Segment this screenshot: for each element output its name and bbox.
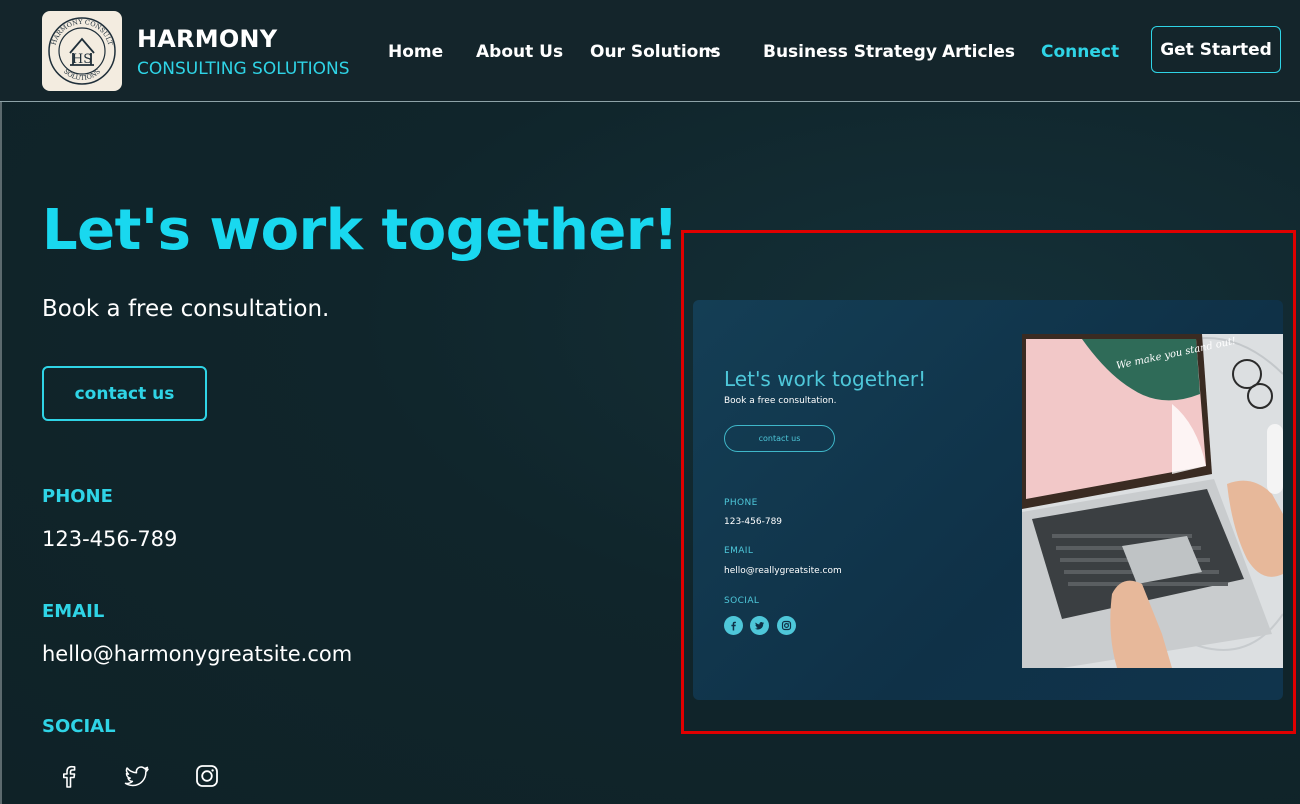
nav-business-strategy[interactable]: Business Strategy — [763, 42, 937, 62]
chevron-down-icon[interactable] — [706, 46, 719, 55]
svg-text:HARMONY CONSULT: HARMONY CONSULT — [50, 18, 115, 47]
selection-highlight — [681, 230, 1296, 734]
nav-connect[interactable]: Connect — [1041, 42, 1119, 62]
instagram-icon[interactable] — [193, 762, 221, 790]
site-header: HS HARMONY CONSULT SOLUTIONS HARMONY CON… — [0, 0, 1300, 102]
svg-text:SOLUTIONS: SOLUTIONS — [62, 67, 102, 82]
nav-our-solutions[interactable]: Our Solutions — [590, 42, 721, 62]
phone-label: PHONE — [42, 486, 113, 507]
email-label: EMAIL — [42, 601, 105, 622]
social-label: SOCIAL — [42, 716, 116, 737]
phone-value: 123-456-789 — [42, 527, 178, 551]
get-started-button[interactable]: Get Started — [1151, 26, 1281, 73]
window-edge — [0, 0, 2, 804]
brand-subtitle[interactable]: CONSULTING SOLUTIONS — [137, 59, 350, 79]
logo-emblem-icon: HS HARMONY CONSULT SOLUTIONS — [48, 17, 116, 85]
page-title: Let's work together! — [42, 198, 679, 263]
nav-home[interactable]: Home — [388, 42, 443, 62]
email-value[interactable]: hello@harmonygreatsite.com — [42, 642, 352, 666]
svg-text:HS: HS — [72, 52, 92, 67]
nav-articles[interactable]: Articles — [942, 42, 1015, 62]
contact-us-button[interactable]: contact us — [42, 366, 207, 421]
facebook-icon[interactable] — [54, 762, 82, 790]
brand-title[interactable]: HARMONY — [137, 25, 277, 53]
logo[interactable]: HS HARMONY CONSULT SOLUTIONS — [42, 11, 122, 91]
twitter-icon[interactable] — [123, 762, 151, 790]
nav-about-us[interactable]: About Us — [476, 42, 563, 62]
hero-subtitle: Book a free consultation. — [42, 296, 330, 322]
